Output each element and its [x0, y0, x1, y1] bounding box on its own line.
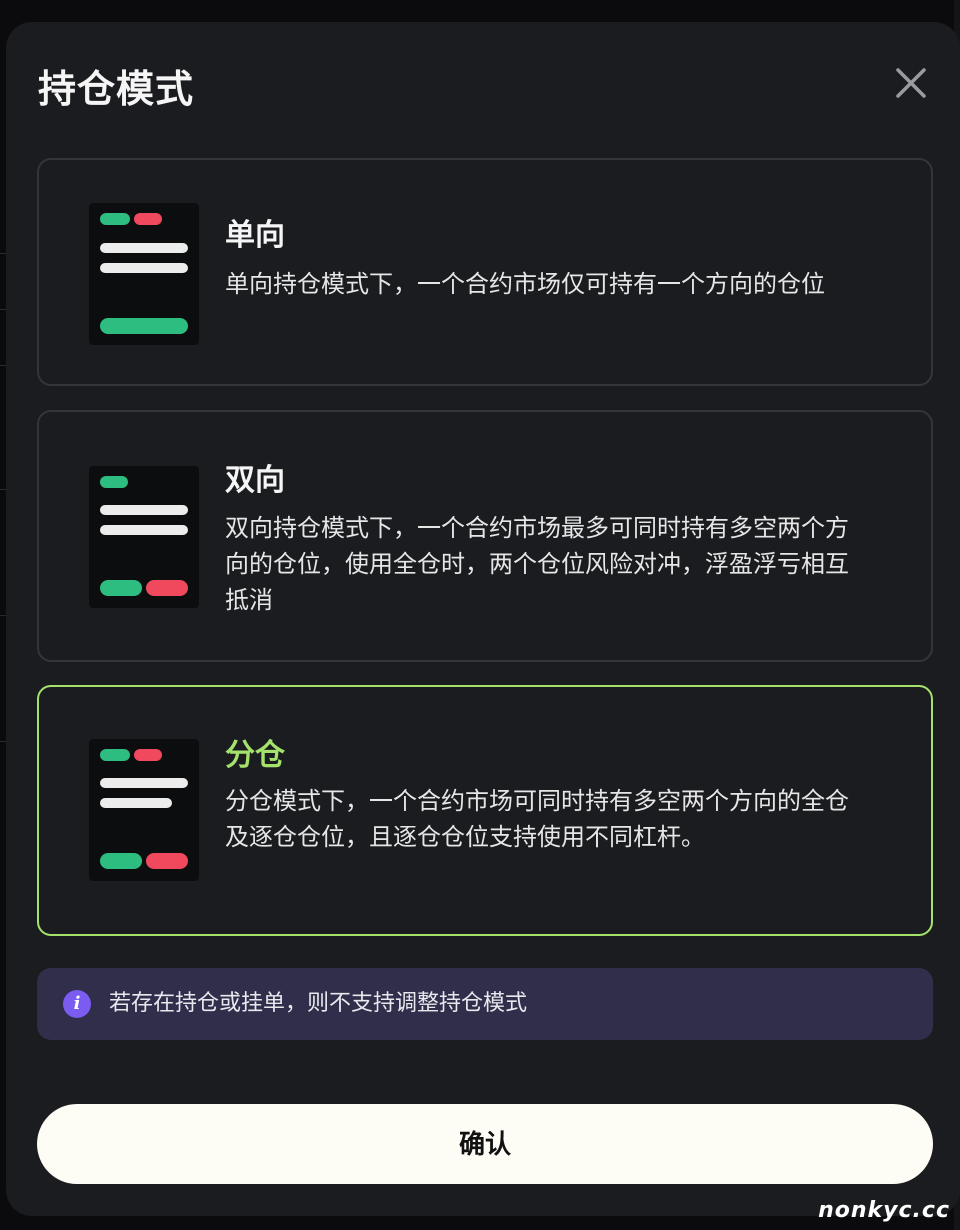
one-way-mode-illustration	[89, 203, 199, 345]
hedge-mode-illustration	[89, 466, 199, 608]
option-description: 分仓模式下，一个合约市场可同时持有多空两个方向的全仓及逐仓仓位，且逐仓仓位支持使…	[225, 787, 849, 851]
long-tag-shape	[100, 213, 130, 225]
option-description: 双向持仓模式下，一个合约市场最多可同时持有多空两个方向的仓位，使用全仓时，两个仓…	[225, 514, 849, 614]
short-tag-shape	[134, 749, 162, 761]
info-icon: i	[63, 990, 91, 1018]
button-shape	[100, 318, 188, 334]
notice-banner: i 若存在持仓或挂单，则不支持调整持仓模式	[37, 968, 933, 1040]
text-line-shape	[100, 505, 188, 515]
long-tag-shape	[100, 476, 128, 488]
long-tag-shape	[100, 749, 130, 761]
notice-text: 若存在持仓或挂单，则不支持调整持仓模式	[109, 991, 528, 1016]
close-icon	[896, 68, 926, 98]
short-tag-shape	[134, 213, 162, 225]
text-line-shape	[100, 798, 172, 808]
text-line-shape	[100, 525, 188, 535]
option-title: 分仓	[225, 738, 285, 773]
text-line-shape	[100, 263, 188, 273]
confirm-button[interactable]: 确认	[37, 1104, 933, 1184]
text-line-shape	[100, 243, 188, 253]
close-button[interactable]	[890, 62, 932, 104]
option-description: 单向持仓模式下，一个合约市场仅可持有一个方向的仓位	[225, 270, 825, 298]
option-split-position[interactable]: 分仓 分仓模式下，一个合约市场可同时持有多空两个方向的全仓及逐仓仓位，且逐仓仓位…	[37, 685, 933, 936]
split-mode-illustration	[89, 739, 199, 881]
long-button-shape	[100, 853, 142, 869]
position-mode-dialog: 持仓模式 单向 单向持仓模式下，一个合约市场仅可持有一个方向的仓位 双向 双向持…	[6, 22, 960, 1216]
option-hedge[interactable]: 双向 双向持仓模式下，一个合约市场最多可同时持有多空两个方向的仓位，使用全仓时，…	[37, 410, 933, 662]
option-title: 双向	[225, 463, 285, 498]
long-button-shape	[100, 580, 142, 596]
dialog-title: 持仓模式	[38, 67, 195, 111]
option-title: 单向	[225, 218, 285, 253]
confirm-button-label: 确认	[458, 1129, 511, 1159]
short-button-shape	[146, 853, 188, 869]
text-line-shape	[100, 778, 188, 788]
short-button-shape	[146, 580, 188, 596]
watermark: nonkyc.cc	[818, 1198, 950, 1223]
option-one-way[interactable]: 单向 单向持仓模式下，一个合约市场仅可持有一个方向的仓位	[37, 158, 933, 386]
